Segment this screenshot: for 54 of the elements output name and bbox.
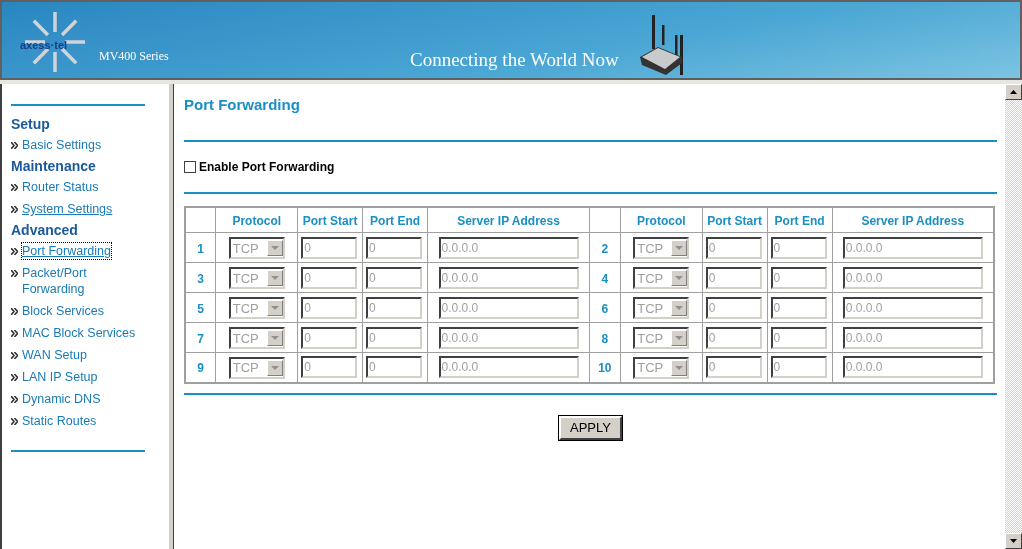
- double-chevron-icon: [11, 270, 18, 277]
- entry-number: 7: [197, 331, 204, 346]
- sidebar-link[interactable]: Dynamic DNS: [22, 391, 101, 407]
- sidebar-link[interactable]: Packet/Port Forwarding: [22, 265, 144, 297]
- double-chevron-icon: [11, 308, 18, 315]
- entry-number: 3: [197, 271, 204, 286]
- double-chevron-icon: [11, 248, 18, 255]
- column-header: Server IP Address: [457, 214, 560, 228]
- column-header: Port Start: [707, 214, 762, 228]
- double-chevron-icon: [11, 330, 18, 337]
- tagline: Connecting the World Now: [410, 48, 619, 72]
- sidebar-link[interactable]: WAN Setup: [22, 347, 87, 363]
- entry-number: 9: [197, 361, 204, 376]
- double-chevron-icon: [11, 206, 18, 213]
- entry-number: 1: [197, 241, 204, 256]
- sidebar-heading: Advanced: [11, 221, 79, 240]
- sidebar-link[interactable]: Static Routes: [22, 413, 97, 429]
- column-header: Port End: [370, 214, 421, 228]
- double-chevron-icon: [11, 184, 18, 191]
- page-title: Port Forwarding: [184, 95, 301, 115]
- entry-number: 6: [601, 301, 609, 316]
- entry-number: 8: [601, 331, 609, 346]
- apply-button[interactable]: APPLY: [559, 415, 622, 440]
- brand-logo: axess·tel: [20, 38, 68, 53]
- double-chevron-icon: [11, 352, 18, 359]
- scroll-down-icon[interactable]: [1005, 533, 1022, 549]
- column-header: Server IP Address: [861, 214, 965, 228]
- sidebar-link[interactable]: Basic Settings: [22, 137, 102, 153]
- scroll-up-icon[interactable]: [1005, 84, 1022, 100]
- sidebar-link[interactable]: System Settings: [22, 201, 113, 217]
- sidebar-link[interactable]: Port Forwarding: [22, 243, 111, 259]
- sidebar-heading: Maintenance: [11, 157, 97, 176]
- sidebar-link[interactable]: LAN IP Setup: [22, 369, 98, 385]
- sidebar-heading: Setup: [11, 115, 51, 134]
- starburst-logo-icon: [22, 9, 88, 75]
- double-chevron-icon: [11, 396, 18, 403]
- column-header: Protocol: [636, 214, 686, 228]
- sidebar-link[interactable]: Block Services: [22, 303, 104, 319]
- entry-number: 5: [197, 301, 204, 316]
- double-chevron-icon: [11, 142, 18, 149]
- entry-number: 10: [598, 361, 612, 376]
- column-header: Port End: [774, 214, 825, 228]
- entry-number: 4: [601, 271, 609, 286]
- series-label: MV400 Series: [99, 48, 169, 65]
- checkbox-label: Enable Port Forwarding: [199, 159, 335, 176]
- column-header: Protocol: [232, 214, 282, 228]
- column-header: Port Start: [302, 214, 358, 228]
- double-chevron-icon: [11, 418, 18, 425]
- scrollbar[interactable]: [1005, 84, 1022, 549]
- entry-number: 2: [601, 241, 609, 256]
- sidebar-link[interactable]: MAC Block Services: [22, 325, 136, 341]
- enable-checkbox[interactable]: [184, 161, 196, 173]
- double-chevron-icon: [11, 374, 18, 381]
- sidebar-link[interactable]: Router Status: [22, 179, 99, 195]
